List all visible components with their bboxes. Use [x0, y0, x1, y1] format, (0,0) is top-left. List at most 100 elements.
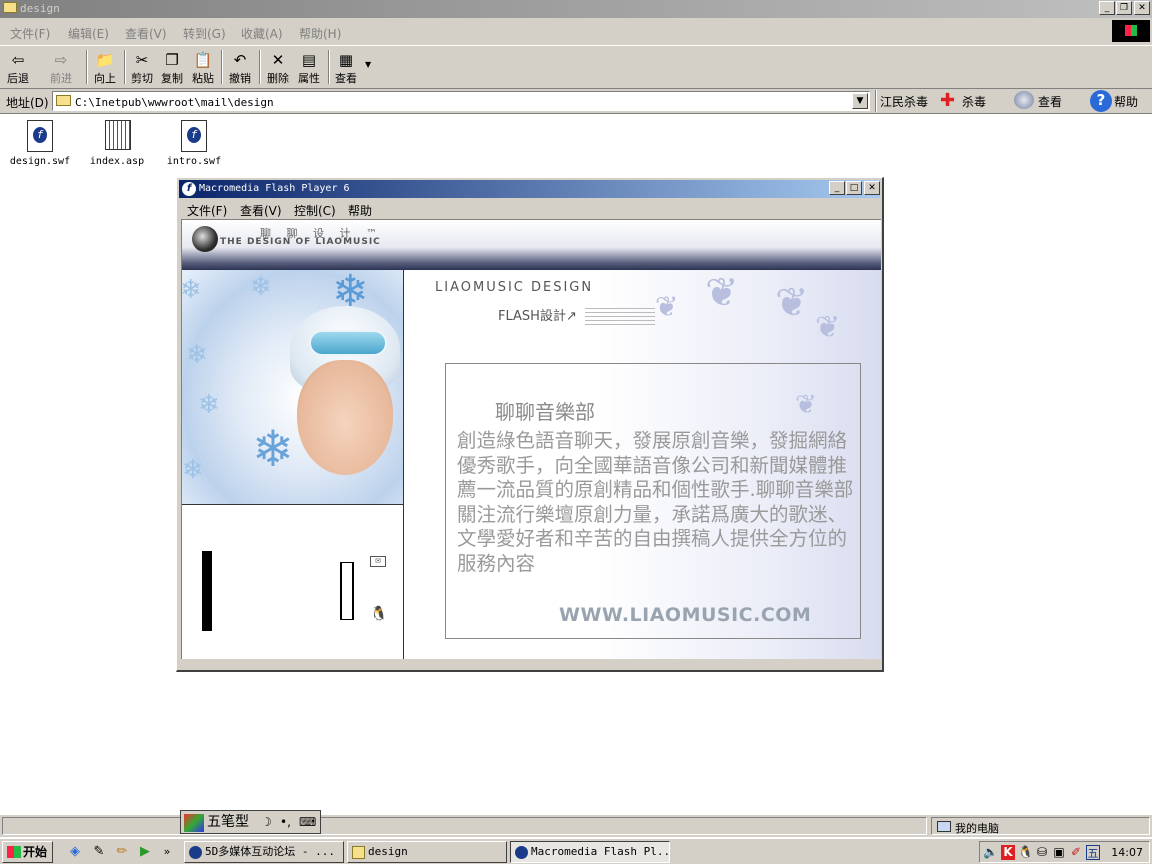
- properties-button[interactable]: ▤ 属性: [294, 50, 324, 86]
- file-design-swf[interactable]: design.swf: [0, 120, 80, 167]
- check-button[interactable]: 查看: [1038, 93, 1062, 110]
- face-shape: [297, 360, 393, 475]
- soft-keyboard-icon[interactable]: ⌨: [299, 814, 319, 832]
- flash-menu-view[interactable]: 查看(V): [240, 202, 282, 219]
- flash-menu-control[interactable]: 控制(C): [294, 202, 336, 219]
- toolbar-separator: [86, 50, 88, 84]
- intro-text-box: 聊聊音樂部 創造綠色語音聊天，發展原創音樂，發掘網絡優秀歌手，向全國華語音像公司…: [445, 363, 861, 639]
- toolbar: ⇦ 后退 ⇨ 前进 📁 向上 ✂ 剪切 ❐ 复制 📋 粘贴 ↶ 撤销 ✕ 删除 ▤ 属性 ▦ 查看 …: [0, 45, 1152, 89]
- minimize-button[interactable]: _: [1099, 1, 1115, 15]
- task-label: 5D多媒体互动论坛 - ...: [205, 845, 335, 858]
- menu-favorites[interactable]: 收藏(A): [241, 25, 283, 42]
- copy-button[interactable]: ❐ 复制: [157, 50, 187, 86]
- properties-icon: ▤: [301, 51, 317, 69]
- media-player-icon[interactable]: ▶: [136, 843, 154, 861]
- toolbar-separator: [259, 50, 261, 84]
- edit-document-icon[interactable]: ✎: [90, 843, 108, 861]
- quicklaunch-more-icon[interactable]: »: [158, 843, 176, 861]
- design-heading: LIAOMUSIC DESIGN: [435, 280, 594, 295]
- pen-input-icon[interactable]: ✐: [1069, 845, 1083, 860]
- undo-button[interactable]: ↶ 撤销: [225, 50, 255, 86]
- menu-go[interactable]: 转到(G): [183, 25, 226, 42]
- content-pane: ❦ ❦ ❦ ❦ ❦ LIAOMUSIC DESIGN FLASH設計↗ 聊聊音樂…: [405, 270, 881, 659]
- menu-edit[interactable]: 编辑(E): [68, 25, 109, 42]
- file-index-asp[interactable]: index.asp: [77, 120, 157, 167]
- cut-button[interactable]: ✂ 剪切: [127, 50, 157, 86]
- site-banner: 聊 聊 设 计 ™ THE DESIGN OF LIAOMUSIC: [182, 220, 881, 270]
- show-desktop-icon[interactable]: ◈: [66, 843, 84, 861]
- file-label: intro.swf: [166, 156, 222, 167]
- paste-button[interactable]: 📋 粘贴: [188, 50, 218, 86]
- pencil-tool-icon[interactable]: ✏: [113, 843, 131, 861]
- windows-logo-icon: [7, 846, 21, 858]
- clock[interactable]: 14:07: [1111, 846, 1143, 859]
- half-width-moon-icon[interactable]: ☽: [261, 814, 272, 832]
- ime-mode[interactable]: 五笔型: [207, 814, 249, 832]
- status-left-panel: [2, 817, 927, 835]
- ime-indicator[interactable]: 五: [1086, 845, 1100, 860]
- ime-logo-icon[interactable]: [184, 814, 204, 832]
- flash-design-link[interactable]: FLASH設計↗: [498, 305, 577, 324]
- flash-stage[interactable]: 聊 聊 设 计 ™ THE DESIGN OF LIAOMUSIC ❄ ❄ ❄ …: [181, 219, 881, 659]
- flash-logo-icon: [515, 846, 528, 859]
- task-flash-player[interactable]: Macromedia Flash Pl...: [510, 841, 670, 863]
- goggles-shape: [309, 330, 387, 356]
- help-button[interactable]: 帮助: [1114, 93, 1138, 110]
- antivirus-label: 江民杀毒: [880, 95, 929, 109]
- menu-help[interactable]: 帮助(H): [299, 25, 341, 42]
- scissors-icon: ✂: [135, 51, 149, 69]
- flash-title-bar: f Macromedia Flash Player 6 _ □ ✕: [179, 180, 880, 198]
- address-dropdown-button[interactable]: ▼: [852, 93, 868, 109]
- restore-button[interactable]: ❐: [1116, 1, 1132, 15]
- network-icon[interactable]: ⛁: [1035, 845, 1049, 860]
- forward-button[interactable]: ⇨ 前进: [46, 50, 76, 86]
- help-question-icon[interactable]: ?: [1090, 90, 1112, 112]
- menu-file[interactable]: 文件(F): [10, 25, 50, 42]
- qq-penguin-icon[interactable]: 🐧: [1018, 845, 1033, 860]
- maximize-button[interactable]: □: [846, 181, 862, 195]
- butterfly-icon: ❦: [815, 310, 841, 345]
- flash-menu-help[interactable]: 帮助: [348, 202, 372, 219]
- folder-icon: [352, 846, 365, 859]
- volume-icon[interactable]: 🔈: [983, 845, 998, 860]
- ie-icon: [189, 846, 202, 859]
- check-disk-icon[interactable]: [1014, 91, 1034, 109]
- up-button[interactable]: 📁 向上: [90, 50, 120, 86]
- close-button[interactable]: ✕: [1134, 1, 1150, 15]
- antivirus-k-icon[interactable]: K: [1001, 845, 1015, 860]
- ime-toolbar: 五笔型 ☽ •, ⌨: [180, 810, 321, 834]
- toolbar-separator: [875, 90, 877, 112]
- task-design-folder[interactable]: design: [347, 841, 507, 863]
- site-url-link[interactable]: WWW.LIAOMUSIC.COM: [559, 604, 811, 626]
- minimize-button[interactable]: _: [829, 181, 845, 195]
- scan-button[interactable]: 杀毒: [962, 93, 986, 110]
- snowflake-icon: ❄: [182, 275, 202, 305]
- camera-icon[interactable]: ▣: [1052, 845, 1066, 860]
- mail-icon[interactable]: ✉: [370, 556, 386, 567]
- address-field[interactable]: C:\Inetpub\wwwroot\mail\design ▼: [52, 91, 870, 111]
- punctuation-icon[interactable]: •,: [280, 814, 291, 832]
- file-intro-swf[interactable]: intro.swf: [154, 120, 234, 167]
- flash-logo-icon: f: [182, 182, 196, 196]
- views-dropdown-icon[interactable]: ▼: [365, 60, 371, 69]
- flash-file-icon: [27, 120, 53, 152]
- red-cross-icon[interactable]: ✚: [940, 92, 955, 110]
- banner-subtitle: THE DESIGN OF LIAOMUSIC: [220, 237, 381, 247]
- task-forum[interactable]: 5D多媒体互动论坛 - ...: [184, 841, 344, 863]
- views-button[interactable]: ▦ 查看: [331, 50, 361, 86]
- toolbar-separator: [221, 50, 223, 84]
- copy-icon: ❐: [165, 51, 179, 69]
- delete-button[interactable]: ✕ 删除: [263, 50, 293, 86]
- back-button[interactable]: ⇦ 后退: [3, 50, 33, 86]
- club-title: 聊聊音樂部: [495, 400, 595, 424]
- menu-view[interactable]: 查看(V): [125, 25, 167, 42]
- start-button[interactable]: 开始: [2, 841, 53, 863]
- close-button[interactable]: ✕: [864, 181, 880, 195]
- qq-penguin-icon[interactable]: 🐧: [370, 606, 387, 622]
- explorer-title-bar: design _ ❐ ✕: [0, 0, 1152, 18]
- status-bar: 我的电脑: [0, 815, 1152, 837]
- lower-left-panel: ✉ 🐧: [182, 505, 404, 659]
- flash-menu-file[interactable]: 文件(F): [187, 202, 227, 219]
- folder-icon: [56, 95, 71, 106]
- flash-window-title: Macromedia Flash Player 6: [199, 183, 350, 194]
